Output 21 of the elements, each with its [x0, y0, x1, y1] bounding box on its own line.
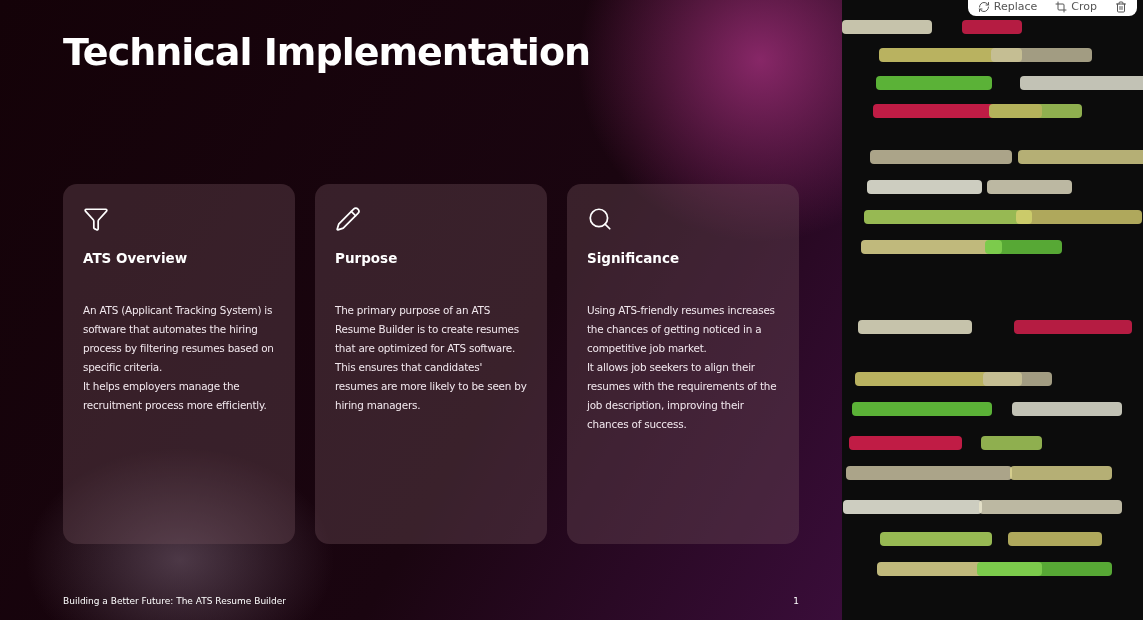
- page-number: 1: [793, 596, 799, 606]
- card-text: It allows job seekers to align their resumes with the requirements of the job description, improving their chances of success.: [587, 360, 778, 432]
- slide-title: Technical Implementation: [63, 30, 592, 74]
- footer-text: Building a Better Future: The ATS Resume Builder: [63, 596, 287, 606]
- pencil-icon: [335, 206, 361, 232]
- card-text: It helps employers manage the recruitment process more efficiently.: [83, 379, 268, 413]
- trash-icon: [1115, 0, 1127, 13]
- card-text: This ensures that candidates' resumes are more likely to be seen by hiring managers.: [335, 360, 527, 413]
- card-heading: Significance: [587, 250, 680, 266]
- card-heading: Purpose: [335, 250, 398, 266]
- card-text: Using ATS-friendly resumes increases the chances of getting noticed in a competitive job market.: [587, 303, 776, 356]
- card-heading: ATS Overview: [83, 250, 188, 266]
- refresh-icon: [977, 0, 990, 13]
- filter-icon: [83, 206, 109, 232]
- crop-button[interactable]: Crop: [1055, 0, 1097, 13]
- card-text: An ATS (Applicant Tracking System) is software that automates the hiring process by filtering resumes based on specific criteria.: [83, 303, 275, 375]
- search-icon: [587, 206, 613, 232]
- delete-button[interactable]: [1115, 0, 1127, 13]
- card-text: The primary purpose of an ATS Resume Builder is to create resumes that are optimized for ATS software.: [335, 303, 520, 356]
- replace-button[interactable]: Replace: [977, 0, 1038, 13]
- crop-icon: [1055, 0, 1068, 13]
